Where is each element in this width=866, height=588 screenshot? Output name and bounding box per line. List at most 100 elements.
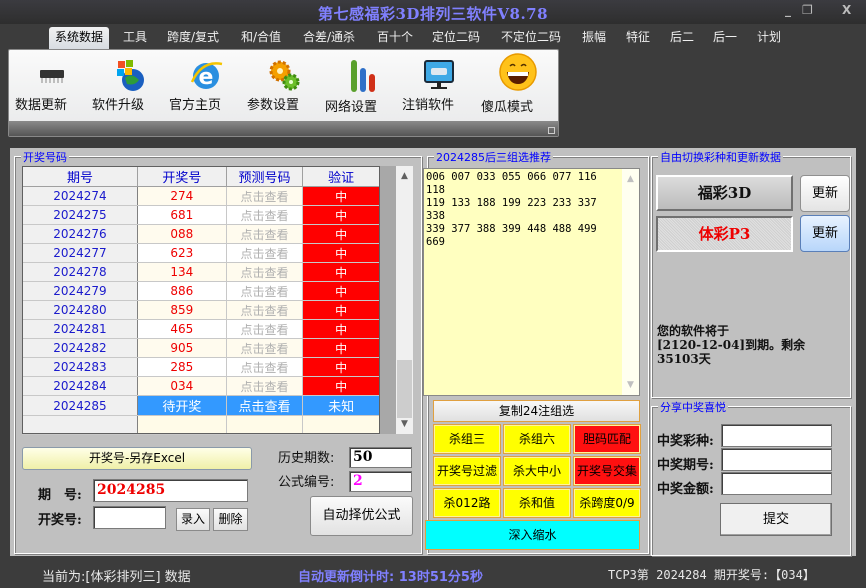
- copy-combos-button[interactable]: 复制24注组选: [433, 400, 640, 422]
- update-p3-button[interactable]: 更新: [800, 215, 850, 252]
- tab-sum-value[interactable]: 和/合值: [235, 27, 287, 49]
- history-input[interactable]: 50: [349, 447, 412, 468]
- period-input[interactable]: 2024285: [93, 479, 248, 502]
- recommend-list[interactable]: 006 007 033 055 066 077 116 118 119 133 1…: [423, 168, 640, 396]
- ribbon-logout-button[interactable]: 注销软件: [402, 58, 476, 122]
- number-cell: 905: [136, 338, 227, 358]
- close-button[interactable]: X: [842, 3, 851, 17]
- ribbon-settings-button[interactable]: 参数设置: [247, 58, 321, 122]
- formula-label: 公式编号:: [278, 475, 335, 490]
- tab-plan[interactable]: 计划: [751, 27, 787, 49]
- recommend-scrollbar[interactable]: ▲ ▼: [622, 169, 639, 395]
- ribbon-simple-mode-button[interactable]: 傻瓜模式: [481, 53, 555, 122]
- prediction-cell[interactable]: 点击查看: [225, 262, 304, 282]
- col-number[interactable]: 开奖号: [136, 166, 227, 187]
- tab-fixed-two[interactable]: 定位二码: [426, 27, 486, 49]
- scroll-up-icon[interactable]: ▲: [396, 168, 413, 184]
- scroll-up-icon[interactable]: ▲: [622, 171, 639, 187]
- filter-button[interactable]: 杀和值: [503, 488, 571, 518]
- empty-cell: [22, 415, 138, 435]
- prediction-cell[interactable]: 点击查看: [225, 224, 304, 244]
- ribbon-expand-icon[interactable]: [548, 127, 555, 134]
- prediction-cell[interactable]: 点击查看: [225, 205, 304, 225]
- filter-button[interactable]: 杀组六: [503, 424, 571, 454]
- chip-icon: [32, 58, 72, 92]
- table-row[interactable]: 2024277 623 点击查看中: [22, 243, 380, 263]
- deep-shrink-button[interactable]: 深入缩水: [425, 520, 640, 550]
- verify-cell: 中: [302, 281, 380, 301]
- tab-span-compound[interactable]: 跨度/复式: [161, 27, 225, 49]
- tab-unfixed-two[interactable]: 不定位二码: [495, 27, 567, 49]
- filter-button[interactable]: 杀012路: [433, 488, 501, 518]
- tab-tools[interactable]: 工具: [117, 27, 153, 49]
- scroll-thumb[interactable]: [397, 360, 412, 418]
- tab-feature[interactable]: 特征: [620, 27, 656, 49]
- filter-button[interactable]: 开奖号交集: [573, 456, 641, 486]
- prediction-cell[interactable]: 点击查看: [225, 395, 304, 416]
- tab-last-one[interactable]: 后一: [707, 27, 743, 49]
- table-row[interactable]: 2024281 465 点击查看中: [22, 319, 380, 339]
- monitor-icon: [419, 58, 459, 92]
- status-last-draw: TCP3第 2024284 期开奖号:【034】: [608, 568, 815, 582]
- restore-button[interactable]: ❐: [802, 3, 813, 17]
- formula-input[interactable]: 2: [349, 471, 412, 492]
- number-input[interactable]: [93, 506, 166, 529]
- delete-button[interactable]: 删除: [213, 508, 248, 531]
- filter-button[interactable]: 开奖号过滤: [433, 456, 501, 486]
- title-bar[interactable]: 第七感福彩3D排列三软件V8.78 _ ❐ X: [0, 0, 866, 24]
- submit-button[interactable]: 提交: [720, 503, 832, 536]
- table-row[interactable]: 2024282 905 点击查看中: [22, 338, 380, 358]
- prediction-cell[interactable]: 点击查看: [225, 243, 304, 263]
- tab-diff-kill[interactable]: 合差/通杀: [297, 27, 361, 49]
- ie-browser-icon: e: [186, 58, 226, 92]
- tab-system-data[interactable]: 系统数据: [49, 27, 110, 49]
- auto-formula-button[interactable]: 自动择优公式: [310, 496, 413, 536]
- enter-button[interactable]: 录入: [176, 508, 210, 531]
- table-row[interactable]: 2024284 034 点击查看中: [22, 376, 380, 396]
- prediction-cell[interactable]: 点击查看: [225, 319, 304, 339]
- scroll-down-icon[interactable]: ▼: [396, 416, 413, 432]
- prediction-cell[interactable]: 点击查看: [225, 338, 304, 358]
- win-period-input[interactable]: [721, 448, 832, 471]
- filter-button[interactable]: 杀组三: [433, 424, 501, 454]
- table-row[interactable]: 2024276 088 点击查看中: [22, 224, 380, 244]
- filter-button[interactable]: 杀跨度0/9: [573, 488, 641, 518]
- tab-amplitude[interactable]: 振幅: [576, 27, 612, 49]
- table-row[interactable]: 2024280 859 点击查看中: [22, 300, 380, 320]
- export-excel-button[interactable]: 开奖号-另存Excel: [22, 447, 252, 470]
- table-row[interactable]: 2024274 274 点击查看中: [22, 186, 380, 206]
- scroll-down-icon[interactable]: ▼: [622, 377, 639, 393]
- prediction-cell[interactable]: 点击查看: [225, 357, 304, 377]
- update-fc3d-button[interactable]: 更新: [800, 175, 850, 212]
- ribbon-network-button[interactable]: 网络设置: [325, 58, 399, 122]
- ribbon-data-update-button[interactable]: 数据更新: [15, 58, 89, 122]
- tab-last-two[interactable]: 后二: [664, 27, 700, 49]
- col-verify[interactable]: 验证: [302, 166, 380, 187]
- filter-button[interactable]: 胆码匹配: [573, 424, 641, 454]
- ribbon-homepage-button[interactable]: e 官方主页: [169, 58, 243, 122]
- lottery-fc3d-button[interactable]: 福彩3D: [656, 175, 793, 211]
- ribbon-label: 网络设置: [325, 100, 378, 115]
- table-scrollbar[interactable]: ▲ ▼: [396, 166, 413, 434]
- prediction-cell[interactable]: 点击查看: [225, 281, 304, 301]
- table-row[interactable]: 2024283 285 点击查看中: [22, 357, 380, 377]
- win-lottery-input[interactable]: [721, 424, 832, 447]
- minimize-button[interactable]: _: [785, 3, 791, 17]
- table-row[interactable]: 2024275 681 点击查看中: [22, 205, 380, 225]
- prediction-cell[interactable]: 点击查看: [225, 300, 304, 320]
- col-prediction[interactable]: 预测号码: [225, 166, 304, 187]
- filter-button[interactable]: 杀大中小: [503, 456, 571, 486]
- prediction-cell[interactable]: 点击查看: [225, 186, 304, 206]
- ribbon-label: 官方主页: [169, 98, 222, 113]
- col-period[interactable]: 期号: [22, 166, 138, 187]
- win-amount-input[interactable]: [721, 472, 832, 495]
- lottery-p3-button[interactable]: 体彩P3: [656, 216, 793, 252]
- table-row[interactable]: 2024279 886 点击查看中: [22, 281, 380, 301]
- table-row[interactable]: 2024278 134 点击查看中: [22, 262, 380, 282]
- ribbon-upgrade-button[interactable]: 软件升级: [92, 58, 166, 122]
- prediction-cell[interactable]: 点击查看: [225, 376, 304, 396]
- table-row[interactable]: 2024285 待开奖 点击查看 未知: [22, 395, 380, 416]
- ribbon-label: 注销软件: [402, 98, 455, 113]
- tab-digits[interactable]: 百十个: [371, 27, 419, 49]
- bar-chart-icon: [342, 58, 382, 92]
